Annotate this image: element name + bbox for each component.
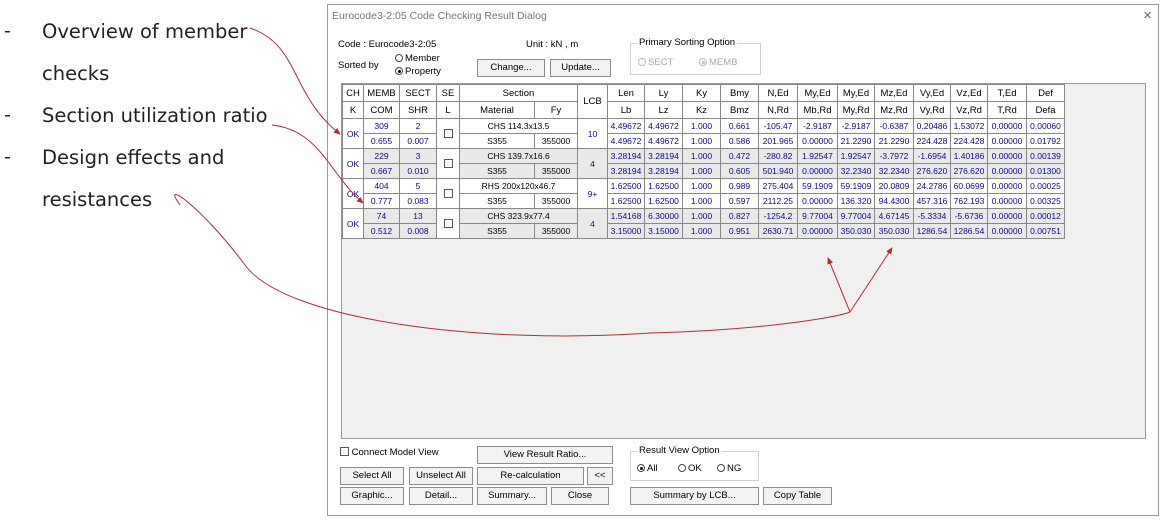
arrow-design-effects-nrd [827,257,851,313]
arrow-design-effects-myrd [849,247,893,313]
arrow-design-effects [174,194,851,337]
arrow-overview [249,27,341,135]
annotation-arrows [174,27,893,337]
arrow-utilization [271,124,364,204]
